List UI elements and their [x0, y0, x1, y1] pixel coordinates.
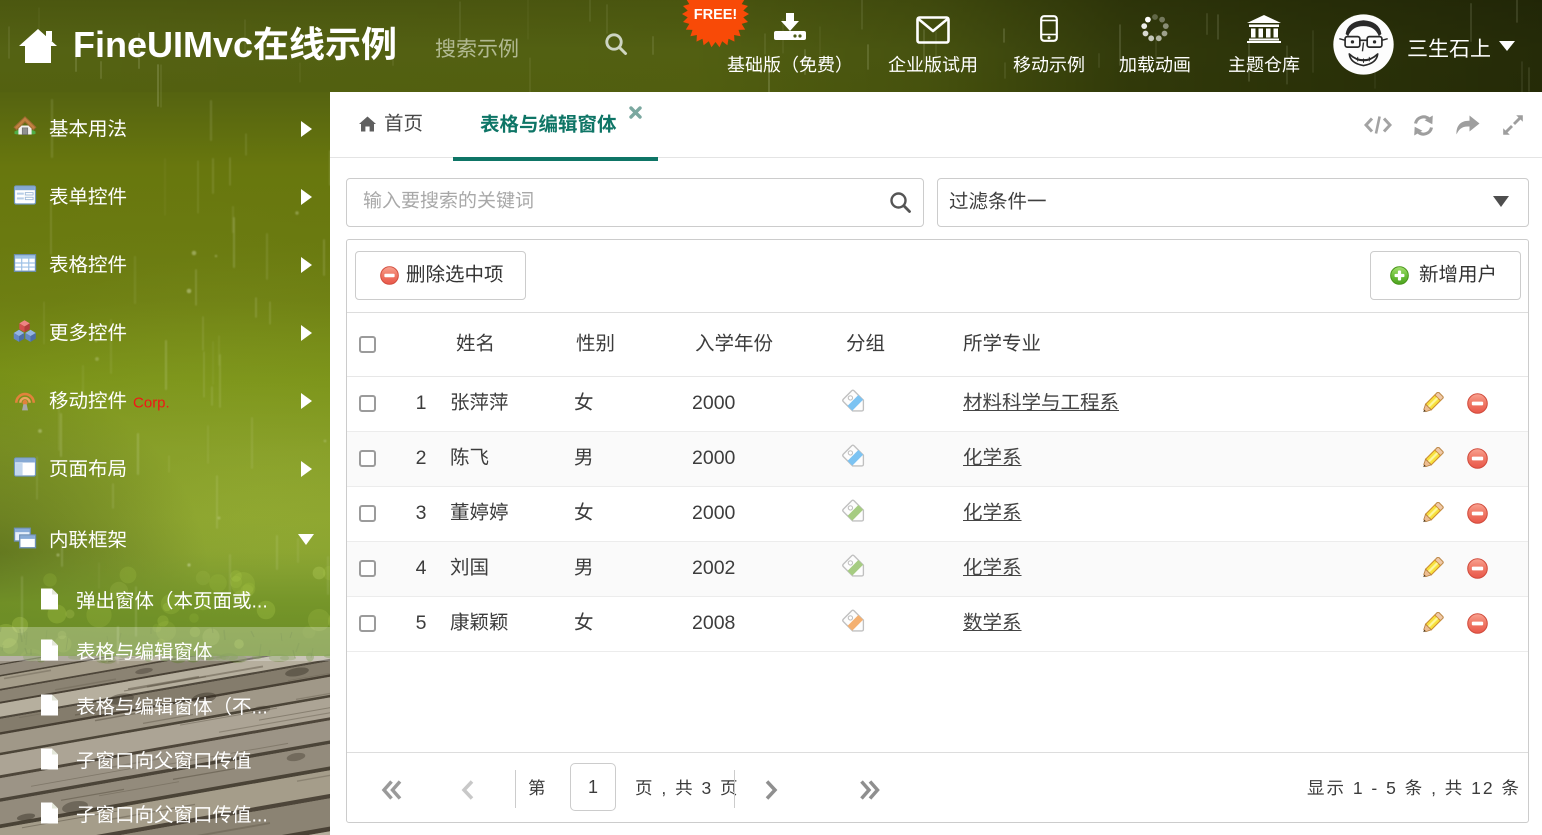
svg-text:FREE!: FREE! [694, 7, 738, 23]
